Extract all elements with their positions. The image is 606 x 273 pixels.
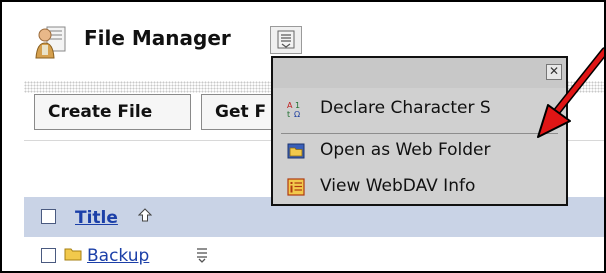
create-file-button[interactable]: Create File	[34, 94, 191, 130]
info-icon	[287, 178, 305, 196]
row-menu-icon[interactable]	[194, 244, 210, 264]
row-checkbox[interactable]	[41, 248, 56, 263]
page-title: File Manager	[84, 26, 231, 50]
screenshot-frame: File Manager Create File Get F Title Bac…	[0, 0, 606, 273]
file-link-backup[interactable]: Backup	[87, 246, 149, 266]
popup-header: ✕	[273, 58, 566, 88]
title-column-header[interactable]: Title	[75, 208, 118, 228]
context-menu-popup: ✕ A 1 t Ω Declare Character S Open as We…	[271, 56, 568, 206]
table-row: Backup	[24, 237, 604, 271]
sort-asc-icon[interactable]	[138, 207, 152, 223]
svg-text:A: A	[287, 101, 293, 110]
folder-icon	[64, 248, 82, 261]
menu-toggle-button[interactable]	[270, 26, 302, 54]
menu-item-label: Open as Web Folder	[320, 140, 491, 160]
charset-icon: A 1 t Ω	[287, 101, 300, 118]
svg-text:t: t	[287, 110, 290, 118]
svg-text:Ω: Ω	[294, 110, 300, 118]
menu-item-label: Declare Character S	[320, 98, 491, 118]
menu-item-label: View WebDAV Info	[320, 176, 476, 196]
file-manager-icon	[35, 26, 66, 59]
menu-toggle-icon	[277, 30, 295, 49]
web-folder-icon	[287, 143, 305, 159]
close-icon[interactable]: ✕	[546, 64, 562, 80]
select-all-checkbox[interactable]	[41, 209, 56, 224]
svg-text:1: 1	[295, 101, 300, 110]
menu-divider	[281, 133, 558, 134]
